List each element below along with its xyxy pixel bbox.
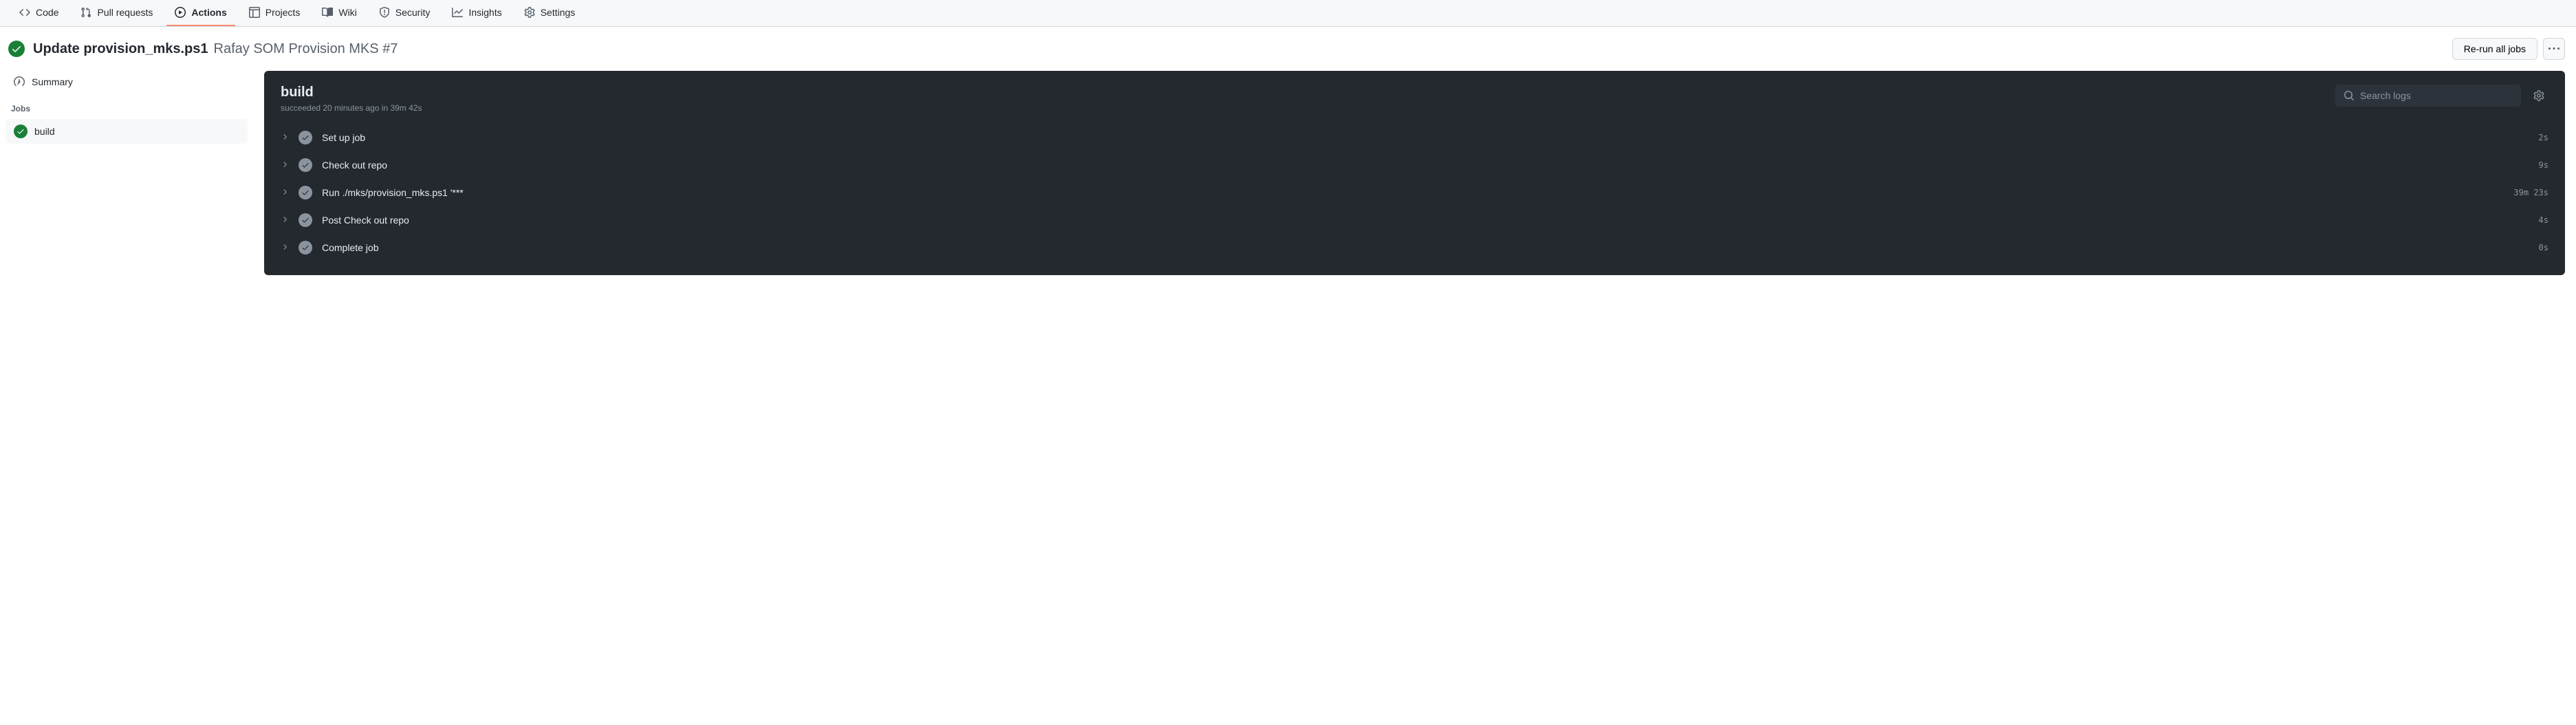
git-pull-request-icon (80, 7, 91, 18)
check-circle-icon (299, 131, 312, 144)
shield-icon (379, 7, 390, 18)
step-duration: 2s (2539, 133, 2548, 142)
tab-label: Insights (468, 7, 501, 18)
step-row[interactable]: Check out repo 9s (281, 151, 2548, 179)
tab-label: Projects (266, 7, 301, 18)
rerun-all-jobs-button[interactable]: Re-run all jobs (2452, 38, 2537, 60)
step-name: Run ./mks/provision_mks.ps1 '*** (322, 187, 2504, 198)
repo-tabnav: Code Pull requests Actions Projects Wiki… (0, 0, 2576, 27)
chevron-right-icon (281, 188, 289, 198)
tab-label: Actions (191, 7, 226, 18)
kebab-horizontal-icon (2548, 43, 2559, 54)
step-name: Set up job (322, 132, 2529, 143)
step-row[interactable]: Complete job 0s (281, 234, 2548, 261)
book-icon (322, 7, 333, 18)
job-log-panel: build succeeded 20 minutes ago in 39m 42… (264, 71, 2565, 275)
play-circle-icon (175, 7, 186, 18)
tab-label: Settings (541, 7, 576, 18)
workflow-options-button[interactable] (2543, 38, 2565, 60)
tab-pull-requests[interactable]: Pull requests (72, 0, 161, 26)
chevron-right-icon (281, 243, 289, 253)
chevron-right-icon (281, 160, 289, 171)
step-row[interactable]: Run ./mks/provision_mks.ps1 '*** 39m 23s (281, 179, 2548, 206)
steps-list: Set up job 2s Check out repo 9s Run ./mk… (264, 121, 2565, 275)
tab-actions[interactable]: Actions (166, 0, 235, 26)
tab-security[interactable]: Security (371, 0, 439, 26)
step-duration: 9s (2539, 160, 2548, 170)
log-settings-button[interactable] (2529, 86, 2548, 105)
sidebar-job-build[interactable]: build (6, 119, 248, 144)
step-row[interactable]: Post Check out repo 4s (281, 206, 2548, 234)
code-icon (19, 7, 30, 18)
step-duration: 4s (2539, 215, 2548, 225)
graph-icon (452, 7, 463, 18)
search-logs-input[interactable] (2360, 90, 2513, 101)
gear-icon (524, 7, 535, 18)
tab-settings[interactable]: Settings (516, 0, 584, 26)
sidebar-summary[interactable]: Summary (6, 71, 248, 93)
chevron-right-icon (281, 215, 289, 226)
step-name: Post Check out repo (322, 215, 2529, 226)
check-circle-icon (299, 241, 312, 255)
tab-label: Wiki (338, 7, 356, 18)
tab-label: Security (396, 7, 431, 18)
search-logs[interactable] (2335, 85, 2521, 107)
jobs-heading: Jobs (6, 93, 248, 119)
step-row[interactable]: Set up job 2s (281, 124, 2548, 151)
step-duration: 0s (2539, 243, 2548, 252)
meter-icon (14, 76, 25, 87)
status-success-icon (8, 41, 25, 57)
tab-wiki[interactable]: Wiki (314, 0, 365, 26)
step-name: Complete job (322, 242, 2529, 253)
check-circle-icon (299, 186, 312, 199)
tab-insights[interactable]: Insights (444, 0, 510, 26)
step-name: Check out repo (322, 160, 2529, 171)
search-icon (2344, 90, 2355, 101)
tab-label: Pull requests (97, 7, 153, 18)
gear-icon (2533, 90, 2544, 101)
job-title: build (281, 85, 422, 100)
tab-code[interactable]: Code (11, 0, 67, 26)
check-circle-icon (299, 158, 312, 172)
page-header: Update provision_mks.ps1 Rafay SOM Provi… (0, 27, 2576, 71)
chevron-right-icon (281, 133, 289, 143)
step-duration: 39m 23s (2513, 188, 2548, 197)
tab-label: Code (36, 7, 58, 18)
check-circle-icon (14, 125, 28, 138)
run-sidebar: Summary Jobs build (6, 71, 248, 144)
check-circle-icon (299, 213, 312, 227)
tab-projects[interactable]: Projects (241, 0, 309, 26)
job-subtitle: succeeded 20 minutes ago in 39m 42s (281, 103, 422, 113)
table-icon (249, 7, 260, 18)
page-title: Update provision_mks.ps1 Rafay SOM Provi… (33, 41, 398, 57)
